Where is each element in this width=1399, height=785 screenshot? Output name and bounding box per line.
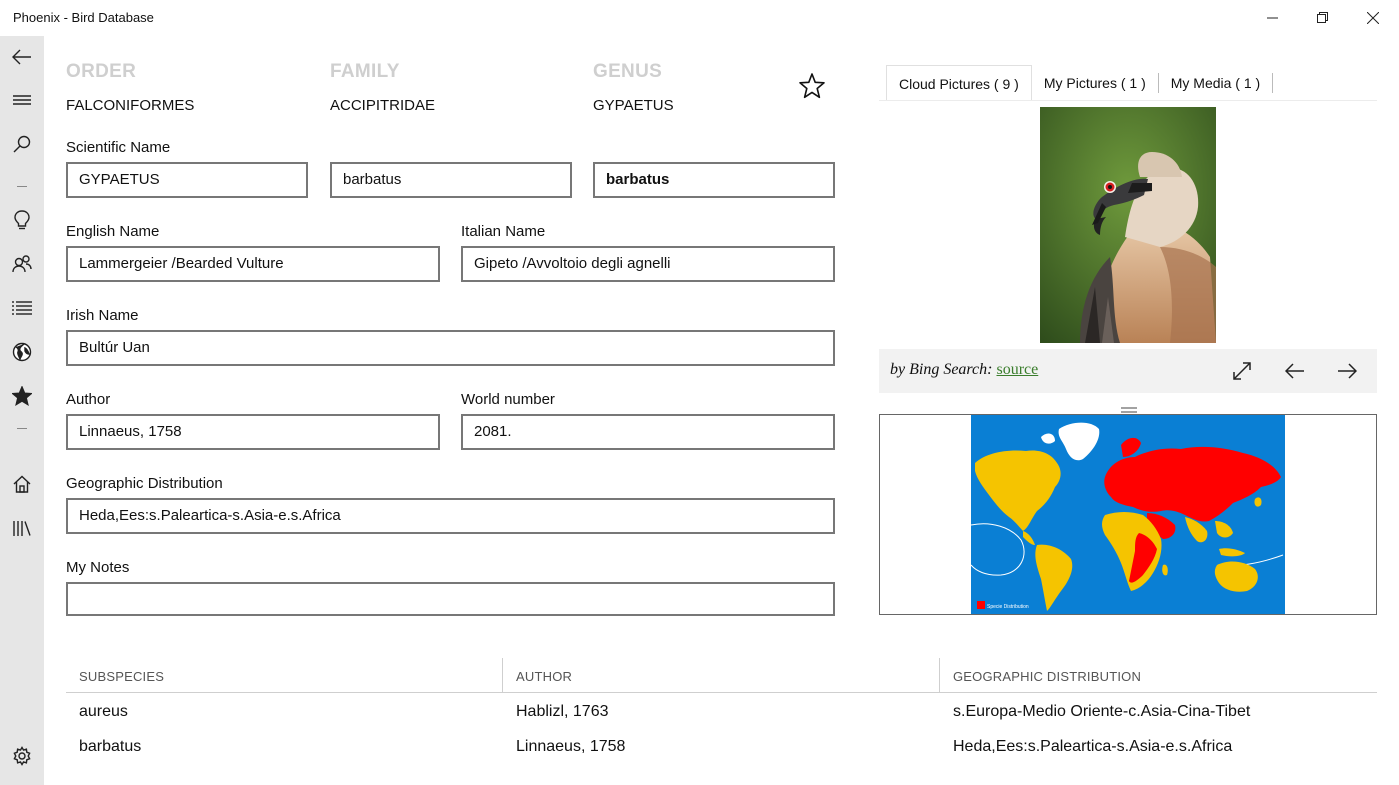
- distribution-map[interactable]: Specie Distribution: [970, 415, 1285, 614]
- table-cell-geographic-distribution: s.Europa-Medio Oriente-c.Asia-Cina-Tibet: [953, 703, 1251, 720]
- notes-field[interactable]: [66, 582, 835, 616]
- world-number-field[interactable]: 2081.: [461, 414, 835, 450]
- list-button[interactable]: [0, 288, 44, 328]
- notes-label: My Notes: [66, 559, 130, 576]
- scientific-name-label: Scientific Name: [66, 139, 171, 156]
- close-icon: [1367, 12, 1379, 24]
- scientific-species-field[interactable]: barbatus: [330, 162, 572, 198]
- table-cell-subspecies: barbatus: [79, 738, 142, 755]
- restore-button[interactable]: [1298, 0, 1348, 36]
- bird-photo[interactable]: [1040, 107, 1216, 343]
- back-arrow-icon: [12, 49, 31, 65]
- world-number-label: World number: [461, 391, 555, 408]
- bearded-vulture-image: [1040, 107, 1216, 343]
- column-header-geographic-distribution[interactable]: GEOGRAPHIC DISTRIBUTION: [953, 669, 1141, 684]
- column-header-author[interactable]: AUTHOR: [516, 669, 572, 684]
- irish-name-label: Irish Name: [66, 307, 139, 324]
- distribution-map-panel: Specie Distribution: [879, 414, 1377, 615]
- column-separator[interactable]: [939, 658, 940, 693]
- media-tabs: Cloud Pictures ( 9 ) My Pictures ( 1 ) M…: [886, 65, 1274, 101]
- table-cell-author: Hablizl, 1763: [516, 703, 609, 720]
- navigation-rail: [0, 36, 44, 785]
- tab-underline: [879, 100, 1377, 101]
- table-cell-author: Linnaeus, 1758: [516, 738, 626, 755]
- world-button[interactable]: [0, 332, 44, 372]
- arrow-right-icon: [1338, 363, 1357, 379]
- family-label: FAMILY: [330, 61, 400, 82]
- people-icon: [12, 255, 32, 273]
- settings-button[interactable]: [0, 736, 44, 776]
- minimize-icon: [1267, 17, 1278, 19]
- globe-icon: [12, 342, 32, 362]
- geographic-distribution-label: Geographic Distribution: [66, 475, 223, 492]
- home-button[interactable]: [0, 464, 44, 504]
- scientific-genus-field[interactable]: GYPAETUS: [66, 162, 308, 198]
- order-label: ORDER: [66, 61, 137, 82]
- restore-icon: [1317, 12, 1328, 23]
- gear-icon: [13, 746, 31, 766]
- tab-my-pictures[interactable]: My Pictures ( 1 ): [1032, 65, 1158, 101]
- source-link[interactable]: source: [996, 361, 1038, 378]
- hamburger-icon: [13, 95, 31, 105]
- order-value: FALCONIFORMES: [66, 97, 195, 114]
- next-image-button[interactable]: [1333, 357, 1361, 385]
- author-label: Author: [66, 391, 111, 408]
- back-button[interactable]: [0, 37, 44, 77]
- tab-my-media[interactable]: My Media ( 1 ): [1159, 65, 1272, 101]
- previous-image-button[interactable]: [1281, 357, 1309, 385]
- arrow-left-icon: [1285, 363, 1304, 379]
- star-icon: [12, 386, 32, 406]
- people-button[interactable]: [0, 244, 44, 284]
- ideas-button[interactable]: [0, 200, 44, 240]
- tab-separator: [1272, 73, 1274, 93]
- grip-icon: [1121, 407, 1137, 413]
- world-map-image: Specie Distribution: [970, 415, 1285, 614]
- close-button[interactable]: [1348, 0, 1398, 36]
- library-button[interactable]: [0, 508, 44, 548]
- column-separator[interactable]: [502, 658, 503, 693]
- family-value: ACCIPITRIDAE: [330, 97, 436, 114]
- italian-name-field[interactable]: Gipeto /Avvoltoio degli agnelli: [461, 246, 835, 282]
- lightbulb-icon: [14, 210, 30, 230]
- column-header-subspecies[interactable]: SUBSPECIES: [79, 669, 164, 684]
- table-cell-subspecies: aureus: [79, 703, 128, 720]
- splitter-grip[interactable]: [1121, 400, 1137, 413]
- search-icon: [13, 135, 31, 153]
- search-button[interactable]: [0, 124, 44, 164]
- rail-separator: [17, 186, 27, 187]
- genus-label: GENUS: [593, 61, 663, 82]
- menu-button[interactable]: [0, 80, 44, 120]
- expand-icon: [1233, 362, 1251, 380]
- title-bar: Phoenix - Bird Database: [0, 0, 1399, 36]
- english-name-field[interactable]: Lammergeier /Bearded Vulture: [66, 246, 440, 282]
- window-title: Phoenix - Bird Database: [13, 10, 154, 25]
- irish-name-field[interactable]: Bultúr Uan: [66, 330, 835, 366]
- rail-separator: [17, 428, 27, 429]
- star-outline-icon: [799, 73, 825, 99]
- table-cell-geographic-distribution: Heda,Ees:s.Paleartica-s.Asia-e.s.Africa: [953, 738, 1233, 755]
- italian-name-label: Italian Name: [461, 223, 546, 240]
- geographic-distribution-field[interactable]: Heda,Ees:s.Paleartica-s.Asia-e.s.Africa: [66, 498, 835, 534]
- image-caption: by Bing Search: source: [890, 361, 1038, 379]
- table-header-divider: [66, 692, 1377, 693]
- favorites-button[interactable]: [0, 376, 44, 416]
- caption-prefix: by Bing Search:: [890, 361, 993, 378]
- english-name-label: English Name: [66, 223, 160, 240]
- author-field[interactable]: Linnaeus, 1758: [66, 414, 440, 450]
- image-caption-bar: by Bing Search: source: [879, 349, 1377, 393]
- fullscreen-button[interactable]: [1228, 357, 1256, 385]
- map-legend-label: Specie Distribution: [987, 604, 1029, 610]
- scientific-subspecies-field[interactable]: barbatus: [593, 162, 835, 198]
- library-icon: [13, 521, 31, 536]
- favorite-button[interactable]: [796, 70, 828, 102]
- list-icon: [12, 301, 32, 315]
- tab-cloud-pictures[interactable]: Cloud Pictures ( 9 ): [886, 65, 1032, 101]
- minimize-button[interactable]: [1248, 0, 1298, 36]
- genus-value: GYPAETUS: [593, 97, 674, 114]
- home-icon: [13, 475, 31, 493]
